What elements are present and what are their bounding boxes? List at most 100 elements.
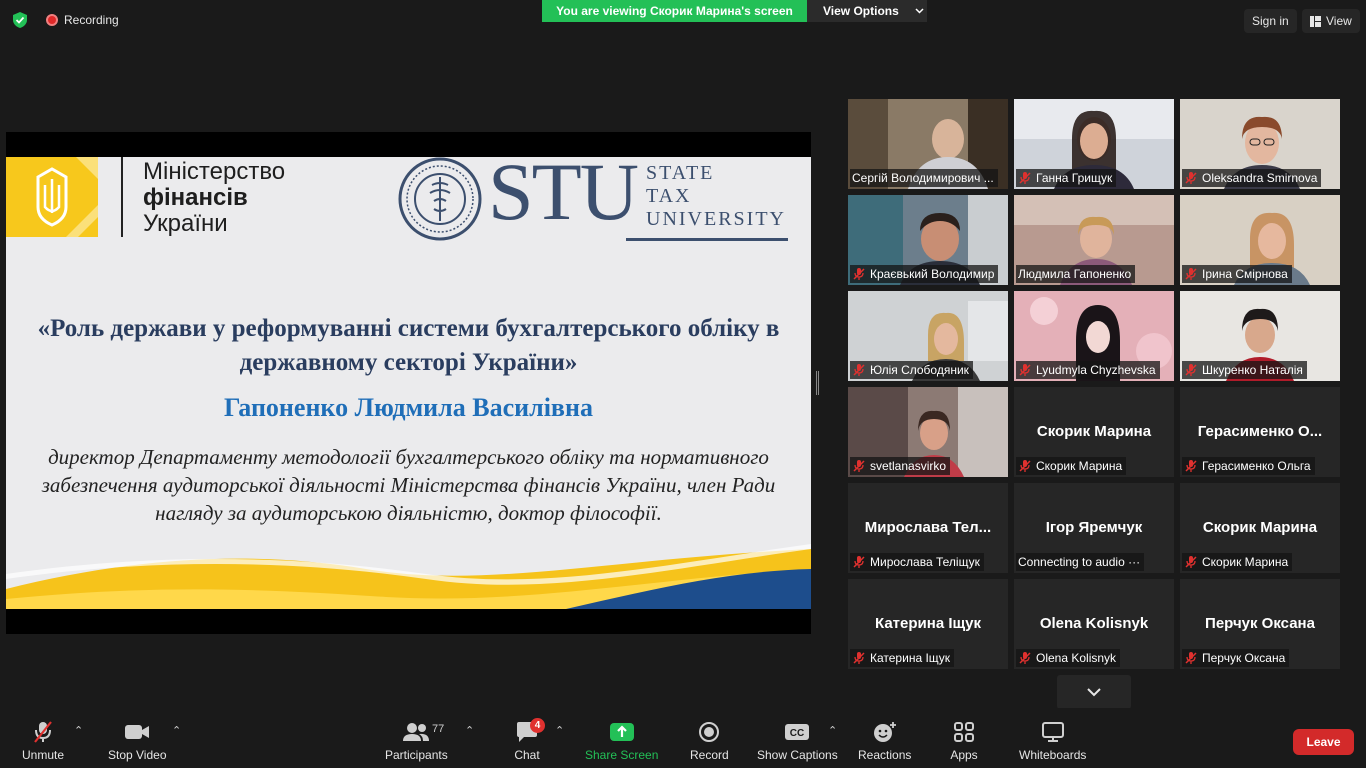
share-screen-label: Share Screen (585, 748, 659, 762)
muted-mic-icon (1185, 364, 1197, 376)
viewing-banner: You are viewing Скорик Марина's screen (542, 0, 807, 22)
participant-tile[interactable]: Oleksandra Smirnova (1180, 99, 1340, 189)
share-screen-icon (608, 720, 636, 744)
chat-unread-badge: 4 (530, 718, 545, 733)
participant-name-label: Lyudmyla Chyzhevska (1016, 361, 1160, 379)
grid-view-icon (1310, 15, 1321, 27)
participants-label: Participants (385, 748, 448, 762)
top-bar: Recording You are viewing Скорик Марина'… (0, 0, 1366, 40)
slide-speaker-description: директор Департаменту методології бухгал… (41, 445, 776, 525)
muted-mic-icon (853, 460, 865, 472)
muted-mic-icon (1185, 652, 1197, 664)
video-options-caret-icon[interactable]: ⌃ (172, 724, 181, 737)
participant-tile[interactable]: Шкуренко Наталія (1180, 291, 1340, 381)
captions-options-caret-icon[interactable]: ⌃ (828, 724, 837, 737)
participant-display-name: Катерина Іщук (875, 615, 981, 632)
unmute-label: Unmute (22, 748, 65, 762)
whiteboards-button[interactable]: Whiteboards (1019, 720, 1086, 762)
participant-tile[interactable]: Краєвький Володимир (848, 195, 1008, 285)
participant-name-label: svetlanasvirko (850, 457, 951, 475)
participant-name-label: Скорик Марина (1182, 553, 1293, 571)
participant-name-label: Olena Kolisnyk (1016, 649, 1121, 667)
slide-speaker-name: Гапоненко Людмила Василівна (224, 393, 593, 422)
reactions-button[interactable]: Reactions (858, 720, 911, 762)
participant-tile[interactable]: Герасименко О... Герасименко Ольга (1180, 387, 1340, 477)
participant-tile[interactable]: Катерина Іщук Катерина Іщук (848, 579, 1008, 669)
record-button[interactable]: Record (690, 720, 729, 762)
gallery-next-page-button[interactable] (1057, 675, 1131, 709)
participant-display-name: Скорик Марина (1202, 519, 1318, 536)
ministry-line-1: Міністерство (143, 158, 286, 185)
apps-button[interactable]: Apps (950, 720, 978, 762)
chat-label: Chat (514, 748, 540, 762)
participant-tile[interactable]: Ігор Яремчук Connecting to audio ··· (1014, 483, 1174, 573)
participant-tile[interactable]: Ірина Смірнова (1180, 195, 1340, 285)
participant-tile[interactable]: Ганна Грищук (1014, 99, 1174, 189)
participants-count: 77 (432, 723, 445, 735)
muted-mic-icon (853, 364, 865, 376)
muted-mic-icon (1185, 556, 1197, 568)
muted-mic-icon (1185, 460, 1197, 472)
participant-tile[interactable]: Юлія Слободяник (848, 291, 1008, 381)
whiteboards-label: Whiteboards (1019, 748, 1087, 762)
ministry-line-2: фінансів (143, 184, 248, 211)
svg-text:CC: CC (790, 728, 804, 739)
whiteboard-icon (1039, 720, 1067, 744)
stu-logo-underline (626, 238, 788, 241)
participants-options-caret-icon[interactable]: ⌃ (465, 724, 474, 737)
reactions-label: Reactions (858, 748, 912, 762)
muted-mic-icon (853, 556, 865, 568)
show-captions-button[interactable]: CC Show Captions (757, 720, 838, 762)
participant-display-name: Ігор Яремчук (1045, 519, 1143, 536)
participant-tile[interactable]: Мирослава Тел... Мирослава Теліщук (848, 483, 1008, 573)
stu-word-state: STATE (646, 162, 715, 184)
participant-name-label: Ірина Смірнова (1182, 265, 1292, 283)
participant-tile[interactable]: Lyudmyla Chyzhevska (1014, 291, 1174, 381)
unmute-button[interactable]: Unmute (22, 720, 64, 762)
ministry-line-3: України (143, 210, 228, 237)
participant-name-label: Скорик Марина (1016, 457, 1127, 475)
stu-word-tax: TAX (646, 185, 692, 207)
participant-name-label: Oleksandra Smirnova (1182, 169, 1322, 187)
slide-wave-decoration (6, 544, 811, 609)
participant-display-name: Герасименко О... (1197, 423, 1323, 440)
muted-mic-icon (1185, 268, 1197, 280)
stop-video-button[interactable]: Stop Video (108, 720, 167, 762)
record-label: Record (690, 748, 729, 762)
leave-button[interactable]: Leave (1293, 729, 1354, 755)
stu-word-university: UNIVERSITY (646, 208, 786, 230)
participant-tile[interactable]: Olena Kolisnyk Olena Kolisnyk (1014, 579, 1174, 669)
participant-display-name: Мирослава Тел... (864, 519, 992, 536)
view-button[interactable]: View (1302, 9, 1360, 33)
shield-icon[interactable] (11, 11, 29, 29)
muted-mic-icon (1019, 652, 1031, 664)
chat-options-caret-icon[interactable]: ⌃ (555, 724, 564, 737)
smiley-plus-icon (871, 720, 899, 744)
panel-resize-handle[interactable] (816, 371, 819, 395)
participant-name-label: Сергій Володимирович ... (850, 169, 998, 187)
university-seal-icon (398, 157, 482, 241)
participant-tile[interactable]: svetlanasvirko (848, 387, 1008, 477)
meeting-toolbar: Unmute ⌃ Stop Video ⌃ Participants 77 ⌃ … (0, 708, 1366, 768)
chevron-down-icon (915, 8, 924, 14)
participant-name-label: Перчук Оксана (1182, 649, 1290, 667)
chevron-down-icon (1087, 688, 1101, 697)
participant-tile-active-speaker[interactable]: Людмила Гапоненко (1014, 195, 1174, 285)
participant-display-name: Olena Kolisnyk (1039, 615, 1149, 632)
ukraine-trident-logo (6, 157, 98, 237)
participant-tile[interactable]: Скорик Марина Скорик Марина (1180, 483, 1340, 573)
share-screen-button[interactable]: Share Screen (585, 720, 658, 762)
participant-name-label: Connecting to audio ··· (1016, 553, 1145, 571)
participant-tile[interactable]: Сергій Володимирович ... (848, 99, 1008, 189)
participant-tile[interactable]: Перчук Оксана Перчук Оксана (1180, 579, 1340, 669)
participant-name-label: Герасименко Ольга (1182, 457, 1315, 475)
muted-mic-icon (29, 720, 57, 744)
participant-tile[interactable]: Скорик Марина Скорик Марина (1014, 387, 1174, 477)
view-options-button[interactable]: View Options (807, 0, 927, 22)
shared-screen[interactable]: Міністерство фінансів України STU STATE … (6, 132, 811, 634)
audio-options-caret-icon[interactable]: ⌃ (74, 724, 83, 737)
sign-in-button[interactable]: Sign in (1244, 9, 1297, 33)
recording-indicator[interactable]: Recording (46, 13, 119, 27)
participant-name-label: Людмила Гапоненко (1016, 265, 1136, 283)
view-options-label: View Options (823, 4, 899, 18)
